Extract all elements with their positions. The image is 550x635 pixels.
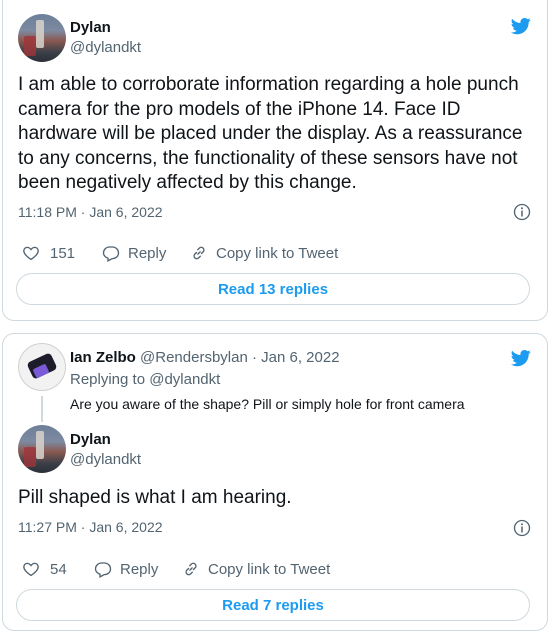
like-button[interactable]: 151 (22, 244, 75, 262)
author-name[interactable]: Dylan (70, 19, 111, 36)
reply-button[interactable]: Reply (94, 560, 158, 578)
thread-connector (41, 396, 43, 422)
heart-icon (23, 246, 39, 261)
copy-link-label: Copy link to Tweet (216, 244, 339, 262)
copy-link-label: Copy link to Tweet (208, 560, 331, 578)
copy-link-button[interactable]: Copy link to Tweet (190, 244, 338, 262)
author-name[interactable]: Dylan (70, 431, 111, 448)
info-icon[interactable] (513, 203, 531, 221)
tweet-time[interactable]: 11:27 PM (18, 519, 77, 535)
like-count: 151 (50, 244, 76, 262)
read-replies-button[interactable]: Read 7 replies (16, 589, 530, 621)
tweet-date[interactable]: Jan 6, 2022 (89, 204, 162, 220)
parent-separator: · (247, 349, 262, 366)
copy-link-button[interactable]: Copy link to Tweet (182, 560, 330, 578)
parent-date[interactable]: Jan 6, 2022 (261, 349, 339, 366)
link-icon (185, 562, 197, 576)
like-count: 54 (50, 560, 67, 578)
link-icon (193, 246, 205, 260)
parent-author-name[interactable]: Ian Zelbo (70, 349, 136, 366)
tweet-time[interactable]: 11:18 PM (18, 204, 77, 220)
reply-bubble-icon (102, 246, 120, 262)
twitter-bird-icon[interactable] (509, 16, 533, 36)
timestamp-separator: · (76, 519, 90, 535)
info-icon[interactable] (513, 519, 531, 537)
parent-tweet-text: Are you aware of the shape? Pill or simp… (70, 396, 465, 412)
avatar[interactable] (18, 14, 66, 62)
reply-button[interactable]: Reply (102, 244, 166, 262)
reply-bubble-icon (94, 562, 112, 578)
tweet-text: I am able to corroborate information reg… (18, 74, 523, 193)
heart-icon (23, 562, 39, 577)
reply-label: Reply (128, 244, 167, 262)
twitter-bird-icon[interactable] (509, 348, 533, 368)
parent-author-handle[interactable]: @Rendersbylan (140, 349, 248, 366)
tweet-timestamp[interactable]: 11:18 PM · Jan 6, 2022 (18, 204, 163, 220)
tweet-date[interactable]: Jan 6, 2022 (89, 519, 162, 535)
author-handle[interactable]: @dylandkt (70, 39, 141, 56)
avatar[interactable] (18, 425, 66, 473)
reply-label: Reply (120, 560, 159, 578)
replying-to[interactable]: Replying to @dylandkt (70, 371, 220, 388)
tweet-text: Pill shaped is what I am hearing. (18, 487, 292, 508)
read-replies-button[interactable]: Read 13 replies (16, 273, 530, 305)
timestamp-separator: · (76, 204, 90, 220)
like-button[interactable]: 54 (22, 560, 67, 578)
tweet-timestamp[interactable]: 11:27 PM · Jan 6, 2022 (18, 519, 163, 535)
avatar[interactable] (18, 343, 66, 391)
author-handle[interactable]: @dylandkt (70, 451, 141, 468)
parent-tweet-header: Ian Zelbo @Rendersbylan · Jan 6, 2022 (70, 349, 340, 366)
